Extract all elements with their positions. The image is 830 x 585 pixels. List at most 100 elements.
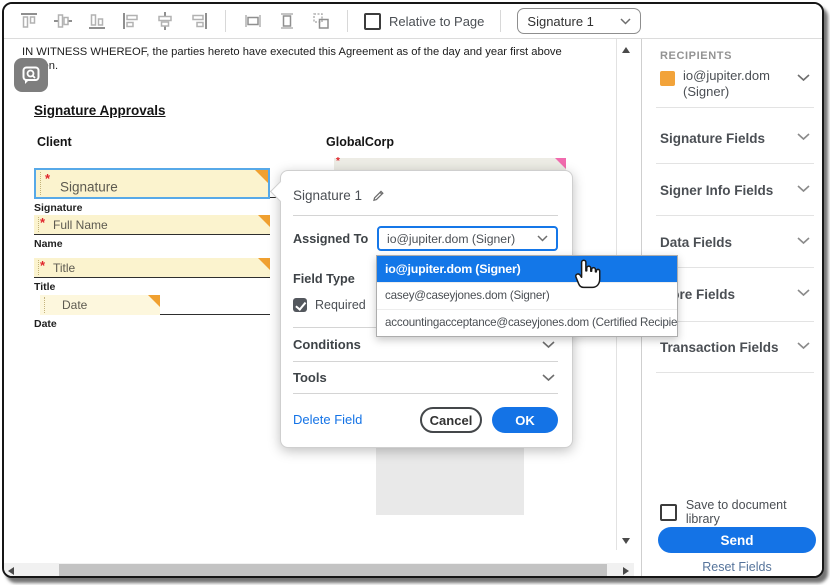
popup-title-row: Signature 1 xyxy=(293,188,386,203)
horizontal-scrollbar-thumb[interactable] xyxy=(59,564,607,577)
chevron-down-icon xyxy=(797,133,810,141)
match-size-icon[interactable] xyxy=(310,11,331,32)
align-left-icon[interactable] xyxy=(120,11,141,32)
section-label: Signer Info Fields xyxy=(660,183,773,198)
popup-title: Signature 1 xyxy=(293,188,362,203)
assigned-to-dropdown[interactable]: io@jupiter.dom (Signer) xyxy=(377,226,558,251)
chevron-down-icon xyxy=(537,235,548,242)
chevron-down-icon xyxy=(797,237,810,245)
save-to-library-option[interactable]: Save to document library xyxy=(660,498,822,526)
option-io-jupiter[interactable]: io@jupiter.dom (Signer) xyxy=(377,256,677,282)
full-name-field-placeholder: Full Name xyxy=(53,218,108,232)
field-type-label: Field Type xyxy=(293,272,355,286)
align-bottom-icon[interactable] xyxy=(86,11,107,32)
scroll-up-arrow-icon[interactable] xyxy=(622,47,630,53)
required-checkbox[interactable] xyxy=(293,298,307,312)
title-underline xyxy=(34,277,270,278)
sidebar-divider xyxy=(656,215,814,216)
sidebar-divider xyxy=(656,107,814,108)
section-heading: Signature Approvals xyxy=(34,103,166,118)
align-right-icon[interactable] xyxy=(188,11,209,32)
send-button[interactable]: Send xyxy=(658,527,816,553)
align-top-icon[interactable] xyxy=(18,11,39,32)
alignment-toolbar: Relative to Page Signature 1 xyxy=(4,4,822,39)
horizontal-scrollbar[interactable] xyxy=(4,563,634,578)
option-accountingacceptance[interactable]: accountingacceptance@caseyjones.dom (Cer… xyxy=(377,309,677,336)
required-label: Required xyxy=(315,298,366,312)
name-field-label: Name xyxy=(34,238,63,250)
field-selector-dropdown[interactable]: Signature 1 xyxy=(517,8,641,34)
align-vertical-center-icon[interactable] xyxy=(52,11,73,32)
sidebar-section-transaction-fields[interactable]: Transaction Fields xyxy=(660,340,812,355)
popup-notch xyxy=(270,181,291,202)
recipient-role: (Signer) xyxy=(683,84,812,100)
chevron-down-icon xyxy=(797,289,810,297)
section-label: Data Fields xyxy=(660,235,732,250)
recipient-color-swatch xyxy=(660,71,675,86)
client-column-heading: Client xyxy=(37,135,72,149)
relative-to-page-option[interactable]: Relative to Page xyxy=(364,13,484,30)
date-field-label: Date xyxy=(34,318,57,330)
match-width-icon[interactable] xyxy=(242,11,263,32)
sidebar-section-data-fields[interactable]: Data Fields xyxy=(660,235,812,250)
sidebar-divider xyxy=(656,321,814,322)
field-drag-tool[interactable] xyxy=(14,58,48,92)
scroll-left-arrow-icon[interactable] xyxy=(8,567,14,575)
field-corner-handle[interactable] xyxy=(148,295,160,307)
required-marker: * xyxy=(40,215,45,230)
scroll-down-arrow-icon[interactable] xyxy=(622,538,630,544)
chevron-down-icon xyxy=(797,342,810,350)
recipient-row[interactable]: io@jupiter.dom (Signer) xyxy=(660,68,812,100)
save-to-library-checkbox[interactable] xyxy=(660,504,677,521)
conditions-section[interactable]: Conditions xyxy=(293,337,361,352)
required-marker: * xyxy=(336,156,340,167)
sidebar-section-signature-fields[interactable]: Signature Fields xyxy=(660,131,812,146)
popup-divider xyxy=(293,215,558,216)
document-gray-placeholder xyxy=(376,447,524,515)
tools-section[interactable]: Tools xyxy=(293,370,327,385)
globalcorp-column-heading: GlobalCorp xyxy=(326,135,394,149)
scroll-right-arrow-icon[interactable] xyxy=(623,567,629,575)
delete-field-link[interactable]: Delete Field xyxy=(293,412,362,427)
date-field-placeholder: Date xyxy=(62,298,87,312)
section-label: Transaction Fields xyxy=(660,340,779,355)
sidebar-divider xyxy=(656,163,814,164)
date-field[interactable]: Date xyxy=(40,295,160,315)
sidebar-section-signer-info-fields[interactable]: Signer Info Fields xyxy=(660,183,812,198)
signature-field[interactable]: * Signature xyxy=(34,168,270,199)
assigned-to-label: Assigned To xyxy=(293,232,368,246)
required-marker: * xyxy=(45,171,50,186)
reset-fields-link[interactable]: Reset Fields xyxy=(658,560,816,574)
field-corner-handle[interactable] xyxy=(258,215,270,227)
globalcorp-signature-field[interactable]: * xyxy=(334,158,566,170)
assigned-to-options-list: io@jupiter.dom (Signer) casey@caseyjones… xyxy=(376,255,678,337)
field-magnifier-icon xyxy=(21,65,41,85)
signature-field-label: Signature xyxy=(34,202,82,214)
full-name-field[interactable]: * Full Name xyxy=(34,215,270,234)
cancel-button[interactable]: Cancel xyxy=(420,407,482,433)
field-corner-handle[interactable] xyxy=(555,158,566,169)
align-horizontal-center-icon[interactable] xyxy=(154,11,175,32)
popup-divider xyxy=(293,361,558,362)
chevron-down-icon xyxy=(797,74,810,82)
match-height-icon[interactable] xyxy=(276,11,297,32)
field-corner-handle[interactable] xyxy=(258,258,270,270)
chevron-down-icon xyxy=(797,185,810,193)
field-selector-value: Signature 1 xyxy=(527,14,594,29)
recipient-email: io@jupiter.dom xyxy=(683,68,812,84)
option-casey[interactable]: casey@caseyjones.dom (Signer) xyxy=(377,282,677,309)
chevron-down-icon[interactable] xyxy=(542,374,555,382)
name-underline xyxy=(34,234,270,235)
assigned-to-value: io@jupiter.dom (Signer) xyxy=(387,232,515,246)
sidebar-section-more-fields[interactable]: More Fields xyxy=(660,287,812,302)
relative-to-page-checkbox[interactable] xyxy=(364,13,381,30)
required-marker: * xyxy=(40,258,45,273)
title-field-label: Title xyxy=(34,281,55,293)
ok-button[interactable]: OK xyxy=(492,407,558,433)
chevron-down-icon[interactable] xyxy=(542,341,555,349)
sidebar-divider xyxy=(656,267,814,268)
toolbar-separator xyxy=(347,10,348,32)
title-field[interactable]: * Title xyxy=(34,258,270,277)
field-corner-handle[interactable] xyxy=(255,170,268,183)
edit-pencil-icon[interactable] xyxy=(371,188,386,203)
